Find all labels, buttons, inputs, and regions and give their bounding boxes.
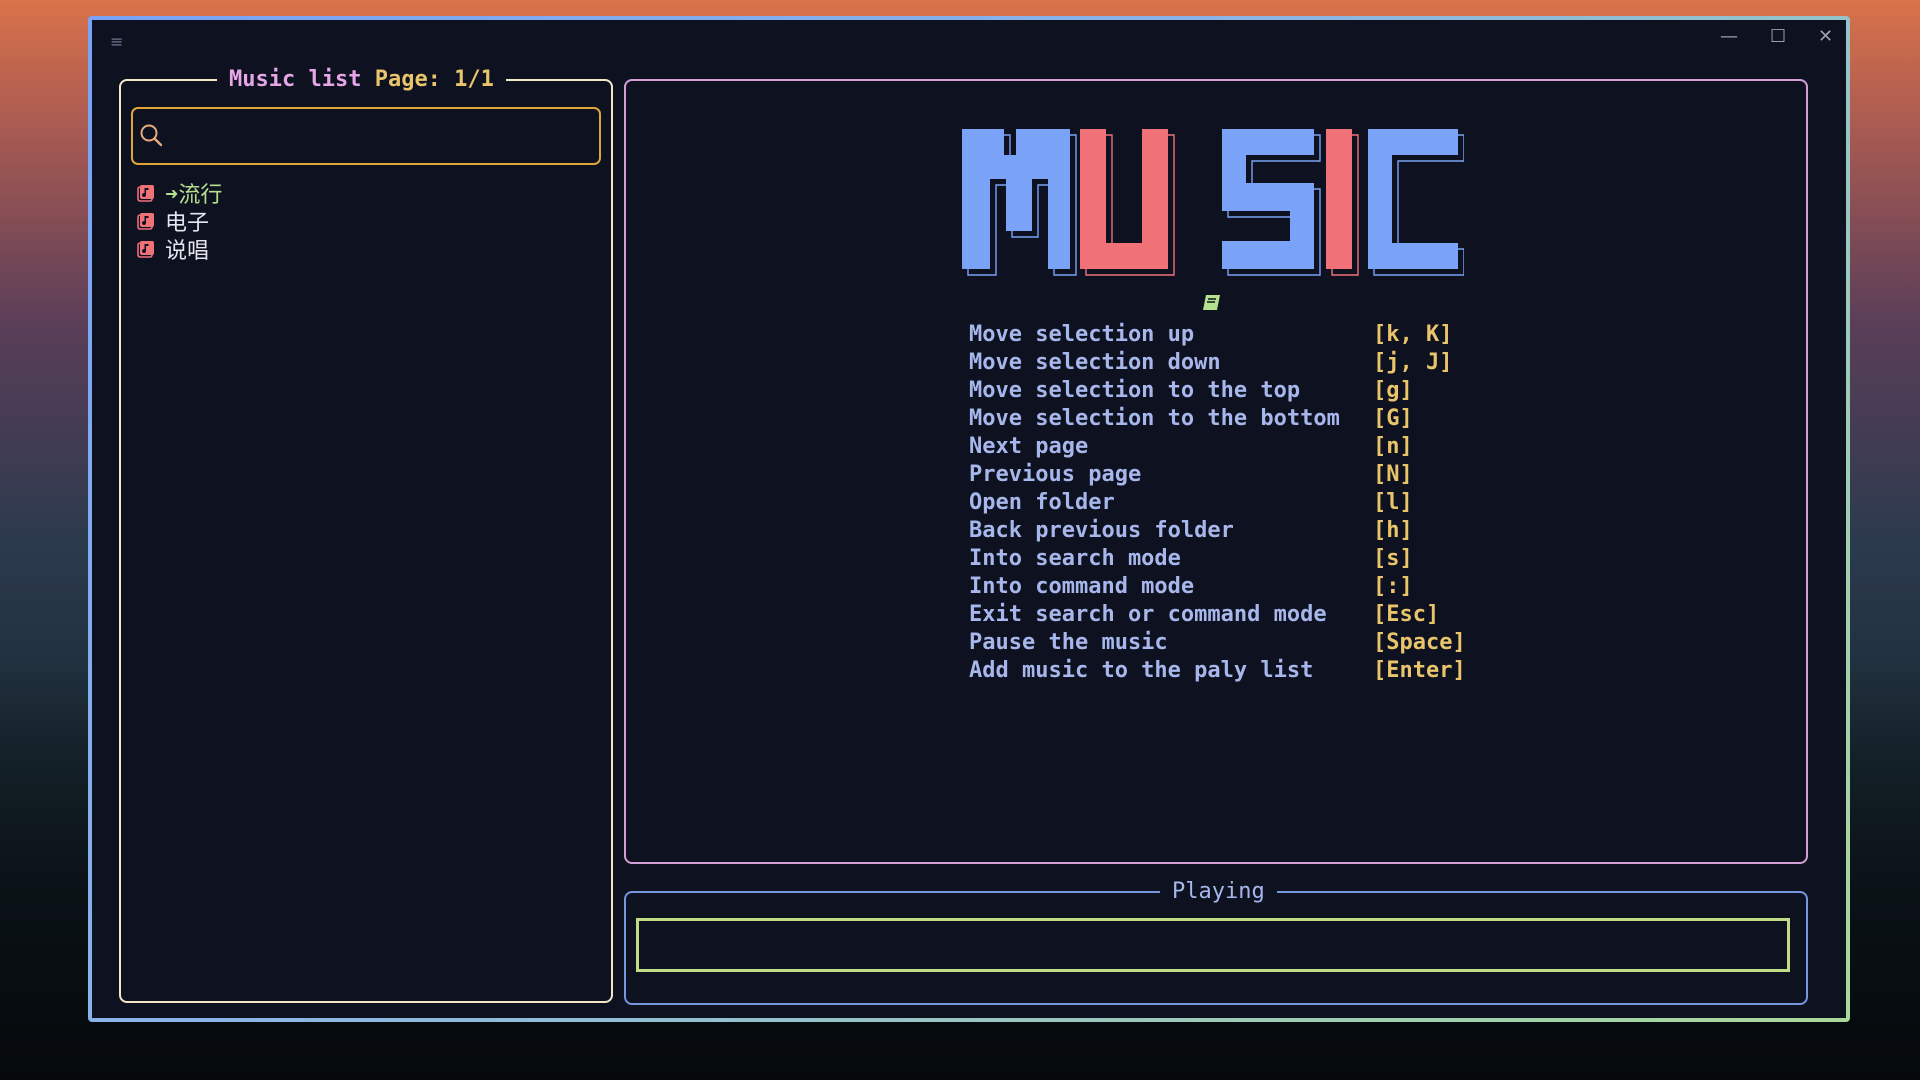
keybinding-row: Move selection to the top [g] — [969, 377, 1466, 405]
folder-label: 说唱 — [165, 239, 210, 264]
keybinding-description: Pause the music — [969, 630, 1168, 655]
keybinding-description: Next page — [969, 434, 1089, 459]
keybinding-row: Into command mode [:] — [969, 573, 1466, 601]
keybinding-row: Open folder [l] — [969, 489, 1466, 517]
playing-title: Playing — [1160, 879, 1277, 905]
music-list-label: Music list — [229, 67, 362, 92]
keybinding-key: [:] — [1373, 574, 1413, 599]
keybinding-row: Pause the music [Space] — [969, 629, 1466, 657]
title-bar: ≡ — ☐ ✕ — [92, 20, 1846, 62]
maximize-icon[interactable]: ☐ — [1770, 26, 1786, 47]
close-icon[interactable]: ✕ — [1818, 26, 1833, 47]
folder-item-rap[interactable]: 说唱 — [137, 235, 222, 264]
minimize-icon[interactable]: — — [1720, 26, 1738, 47]
search-input[interactable] — [173, 117, 587, 155]
selection-arrow: ➜ — [165, 183, 179, 203]
keybinding-row: Exit search or command mode [Esc] — [969, 601, 1466, 629]
music-list-title: Music list Page: 1/1 — [217, 67, 506, 93]
keybinding-description: Previous page — [969, 462, 1142, 487]
music-folder-icon — [137, 213, 154, 230]
search-icon — [140, 124, 163, 147]
music-folder-icon — [137, 241, 154, 258]
keybinding-row: Move selection to the bottom [G] — [969, 405, 1466, 433]
keybinding-description: Exit search or command mode — [969, 602, 1327, 627]
menu-icon[interactable]: ≡ — [110, 32, 123, 51]
keybinding-row: Previous page [N] — [969, 461, 1466, 489]
keybinding-key: [k, K] — [1373, 322, 1453, 347]
keybinding-row: Move selection up [k, K] — [969, 321, 1466, 349]
keybinding-key: [Enter] — [1373, 658, 1466, 683]
keybinding-description: Move selection down — [969, 350, 1221, 375]
keybinding-key: [n] — [1373, 434, 1413, 459]
keybinding-description: Back previous folder — [969, 518, 1234, 543]
help-panel: Move selection up [k, K] Move selection d… — [624, 79, 1808, 864]
keybinding-key: [N] — [1373, 462, 1413, 487]
page-indicator: Page: 1/1 — [374, 67, 494, 92]
search-box[interactable] — [131, 107, 601, 165]
keybinding-list: Move selection up [k, K] Move selection d… — [969, 321, 1466, 685]
keybinding-description: Move selection to the top — [969, 378, 1301, 403]
music-list-panel: Music list Page: 1/1 ➜ 流行 电子 说唱 — [119, 67, 613, 1003]
keybinding-row: Back previous folder [h] — [969, 517, 1466, 545]
keybinding-key: [Esc] — [1373, 602, 1440, 627]
playback-progress-bar[interactable] — [636, 918, 1790, 972]
keybinding-description: Open folder — [969, 490, 1115, 515]
keybinding-description: Move selection up — [969, 322, 1195, 347]
keybinding-key: [s] — [1373, 546, 1413, 571]
keybinding-row: Next page [n] — [969, 433, 1466, 461]
keybinding-row: Into search mode [s] — [969, 545, 1466, 573]
keybinding-key: [j, J] — [1373, 350, 1453, 375]
keybinding-row: Move selection down [j, J] — [969, 349, 1466, 377]
book-icon — [1203, 295, 1220, 310]
keybinding-key: [h] — [1373, 518, 1413, 543]
keybinding-description: Into command mode — [969, 574, 1195, 599]
keybinding-description: Move selection to the bottom — [969, 406, 1340, 431]
keybinding-key: [G] — [1373, 406, 1413, 431]
keybinding-row: Add music to the paly list [Enter] — [969, 657, 1466, 685]
folder-item-pop[interactable]: ➜ 流行 — [137, 179, 222, 208]
music-logo — [962, 129, 1464, 276]
playing-panel: Playing — [624, 879, 1808, 1005]
keybinding-description: Add music to the paly list — [969, 658, 1314, 683]
keybinding-key: [Space] — [1373, 630, 1466, 655]
folder-list: ➜ 流行 电子 说唱 — [137, 179, 222, 264]
keybinding-key: [l] — [1373, 490, 1413, 515]
music-folder-icon — [137, 185, 154, 202]
folder-item-electronic[interactable]: 电子 — [137, 207, 222, 236]
keybinding-description: Into search mode — [969, 546, 1181, 571]
terminal-window: ≡ — ☐ ✕ Music list Page: 1/1 ➜ 流行 电子 说唱 … — [88, 16, 1850, 1022]
keybinding-key: [g] — [1373, 378, 1413, 403]
